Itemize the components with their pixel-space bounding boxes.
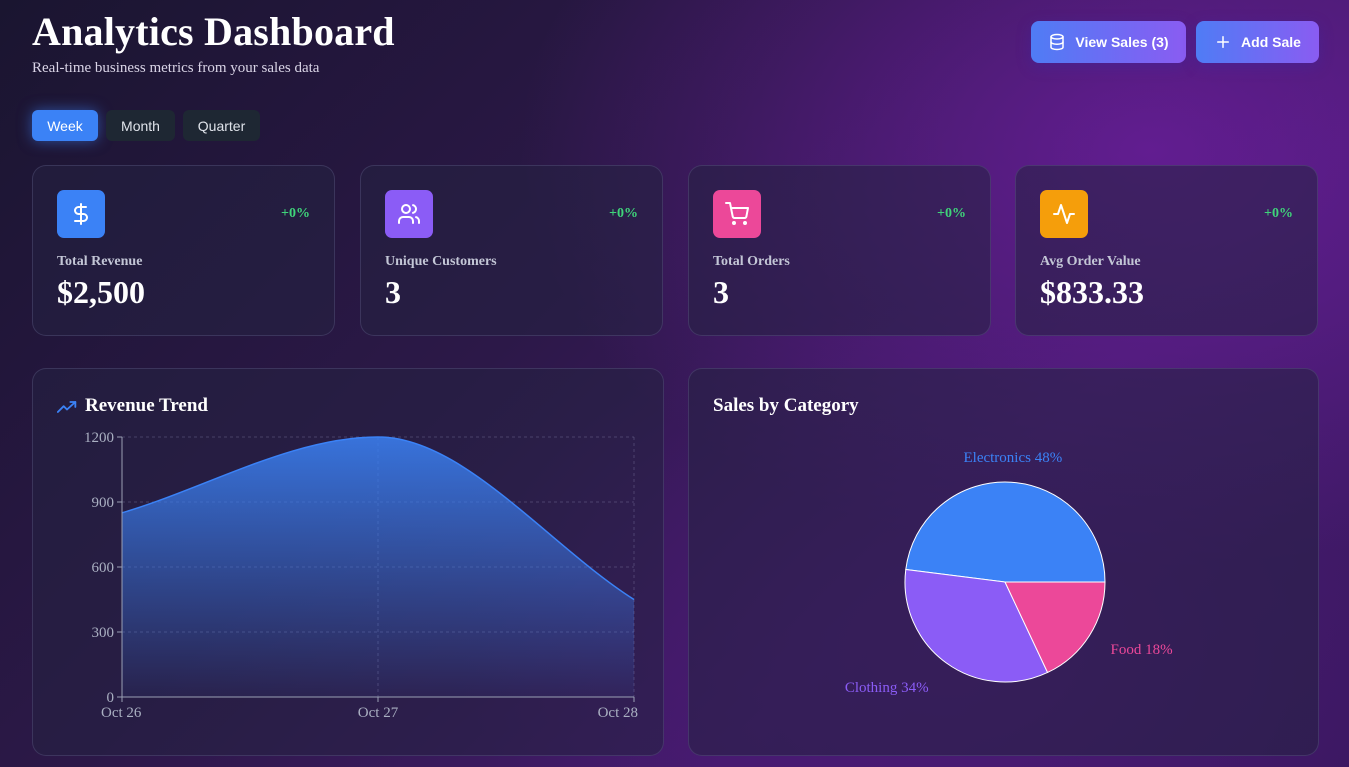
activity-icon: [1040, 190, 1088, 238]
x-tick-label: Oct 26: [101, 705, 142, 721]
revenue-area: [122, 437, 634, 697]
stat-card-customers: +0% Unique Customers 3: [360, 165, 663, 336]
stat-change: +0%: [937, 206, 966, 221]
period-month-tab[interactable]: Month: [106, 110, 175, 141]
stat-label: Unique Customers: [385, 254, 497, 269]
revenue-trend-panel: Revenue Trend 0 300 600 900 1200 Oct 26 Oct 27…: [32, 368, 664, 756]
page-subtitle: Real-time business metrics from your sal…: [32, 60, 320, 76]
stat-change: +0%: [609, 206, 638, 221]
page-title: Analytics Dashboard: [32, 9, 395, 54]
pie-slice-label: Clothing 34%: [845, 680, 929, 696]
dollar-icon: [57, 190, 105, 238]
stat-label: Total Revenue: [57, 254, 143, 269]
stat-value: $833.33: [1040, 274, 1144, 310]
add-sale-button[interactable]: Add Sale: [1196, 21, 1319, 63]
stat-label: Avg Order Value: [1040, 254, 1141, 269]
stat-value: 3: [713, 274, 729, 310]
stat-change: +0%: [1264, 206, 1293, 221]
view-sales-button[interactable]: View Sales (3): [1031, 21, 1186, 63]
revenue-trend-chart: 0 300 600 900 1200 Oct 26 Oct 27 Oct 28: [84, 430, 638, 721]
stat-label: Total Orders: [713, 254, 790, 269]
add-sale-label: Add Sale: [1241, 34, 1301, 50]
stat-change: +0%: [281, 206, 310, 221]
y-tick-label: 900: [92, 495, 115, 511]
users-icon: [385, 190, 433, 238]
plus-icon: [1217, 36, 1230, 48]
period-quarter-tab[interactable]: Quarter: [183, 110, 260, 141]
stat-value: 3: [385, 274, 401, 310]
y-tick-label: 0: [107, 690, 115, 706]
pie-slice-label: Electronics 48%: [963, 450, 1062, 466]
sales-category-chart: Electronics 48% Clothing 34% Food 18%: [845, 450, 1173, 696]
sales-category-panel: Sales by Category Electronics 48% Clothin…: [688, 368, 1319, 756]
y-tick-label: 600: [92, 560, 115, 576]
stat-card-orders: +0% Total Orders 3: [688, 165, 991, 336]
view-sales-label: View Sales (3): [1075, 34, 1169, 50]
period-week-tab[interactable]: Week: [32, 110, 98, 141]
cart-icon: [713, 190, 761, 238]
database-icon: [1050, 33, 1065, 51]
y-tick-label: 300: [92, 625, 115, 641]
y-tick-label: 1200: [84, 430, 114, 446]
pie-slice: [905, 481, 1106, 583]
pie-slice-label: Food 18%: [1111, 642, 1173, 658]
stat-value: $2,500: [57, 274, 145, 310]
stat-card-revenue: +0% Total Revenue $2,500: [32, 165, 335, 336]
stat-card-avg-order: +0% Avg Order Value $833.33: [1015, 165, 1318, 336]
x-tick-label: Oct 27: [358, 705, 399, 721]
x-tick-label: Oct 28: [598, 705, 638, 721]
